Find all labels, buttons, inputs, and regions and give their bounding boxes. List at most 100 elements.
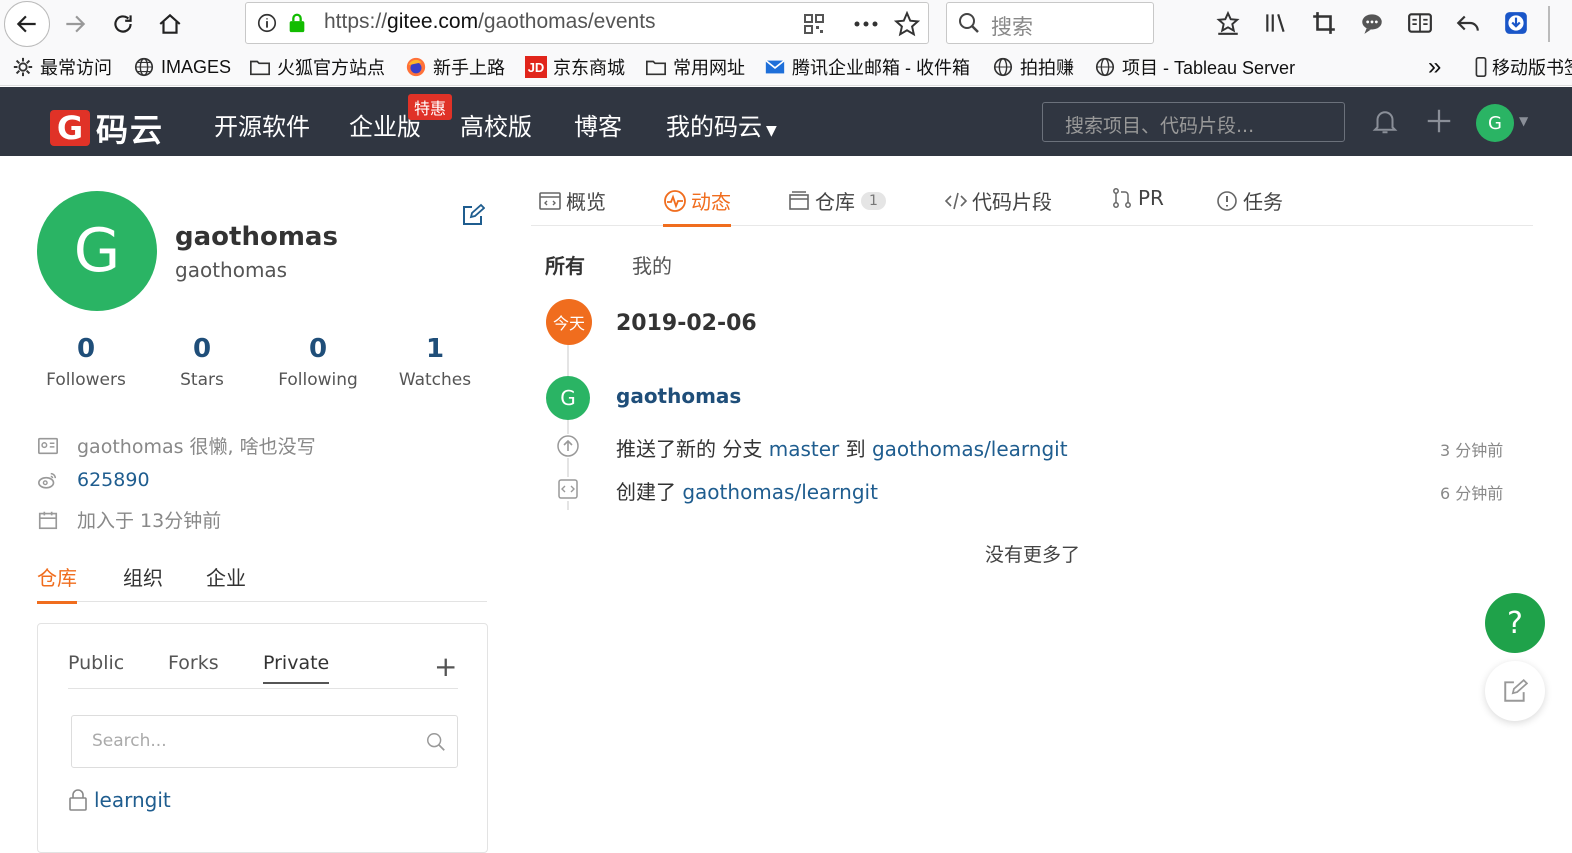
back-button[interactable] — [4, 1, 50, 47]
bookmark-most-visited[interactable]: 最常访问 — [12, 54, 112, 80]
chat-icon[interactable] — [1357, 8, 1387, 38]
event-prefix: 推送了新的 分支 — [616, 437, 769, 461]
filter-mine[interactable]: 我的 — [632, 250, 672, 279]
search-icon — [427, 733, 445, 751]
gitee-logo[interactable]: G 码云 — [50, 105, 164, 151]
site-search-input[interactable]: 搜索项目、代码片段... — [1042, 102, 1345, 142]
profile-joined: 加入于 13分钟前 — [37, 506, 221, 533]
qr-code-icon[interactable] — [802, 12, 826, 36]
bio-text: gaothomas 很懒, 啥也没写 — [77, 436, 316, 458]
nav-blog[interactable]: 博客 — [574, 107, 622, 142]
feedback-button[interactable] — [1485, 661, 1545, 721]
promo-badge: 特惠 — [408, 94, 453, 120]
download-manager-icon[interactable] — [1501, 8, 1531, 38]
profile-weibo: 625890 — [37, 469, 150, 491]
tab-pull-requests[interactable]: PR — [1110, 186, 1164, 219]
bookmark-paipaizhuan[interactable]: 拍拍赚 — [992, 54, 1074, 80]
info-icon[interactable] — [256, 12, 278, 34]
bookmark-label: 新手上路 — [433, 58, 505, 78]
add-repo-button[interactable]: + — [434, 650, 457, 683]
globe-icon — [992, 56, 1014, 78]
reader-view-icon[interactable] — [1405, 8, 1435, 38]
tab-snippets[interactable]: 代码片段 — [944, 186, 1052, 224]
stat-stars[interactable]: 0 Stars — [147, 334, 257, 390]
stat-followers[interactable]: 0 Followers — [31, 334, 141, 390]
stat-watches[interactable]: 1 Watches — [380, 334, 490, 390]
repo-search-input[interactable]: Search... — [71, 715, 458, 768]
tab-orgs[interactable]: 组织 — [123, 562, 163, 601]
repo-count-badge: 1 — [861, 191, 886, 210]
tab-repositories[interactable]: 仓库 1 — [787, 186, 886, 224]
browser-search-box[interactable]: 搜索 — [946, 2, 1154, 44]
tab-public[interactable]: Public — [68, 652, 124, 682]
tab-forks[interactable]: Forks — [168, 652, 219, 682]
feed-username[interactable]: gaothomas — [616, 384, 741, 408]
repo-link[interactable]: gaothomas/learngit — [682, 480, 878, 504]
repo-link[interactable]: gaothomas/learngit — [872, 437, 1068, 461]
filter-all[interactable]: 所有 — [545, 250, 585, 279]
bookmark-common-sites[interactable]: 常用网址 — [645, 54, 745, 80]
folder-icon — [645, 56, 667, 78]
bookmark-jd[interactable]: JD 京东商城 — [525, 54, 625, 80]
stat-label: Stars — [180, 370, 224, 390]
help-button[interactable]: ? — [1485, 593, 1545, 653]
bookmarks-overflow-button[interactable]: » — [1428, 53, 1441, 80]
tab-enterprises[interactable]: 企业 — [206, 562, 246, 601]
bookmark-mobile[interactable]: 移动版书签 — [1474, 54, 1572, 80]
profile-display-name: gaothomas — [175, 222, 338, 252]
bookmark-tableau[interactable]: 项目 - Tableau Server — [1094, 54, 1295, 80]
crop-screenshot-icon[interactable] — [1309, 8, 1339, 38]
library-icon[interactable] — [1261, 8, 1291, 38]
overview-icon — [538, 189, 562, 213]
bookmark-label: 拍拍赚 — [1020, 58, 1074, 78]
branch-link[interactable]: master — [769, 437, 840, 461]
tab-label: 代码片段 — [972, 190, 1052, 214]
undo-icon[interactable] — [1453, 8, 1483, 38]
event-time: 6 分钟前 — [1440, 484, 1504, 503]
reload-button[interactable] — [103, 4, 143, 44]
home-button[interactable] — [150, 4, 190, 44]
globe-icon — [133, 56, 155, 78]
profile-bio: gaothomas 很懒, 啥也没写 — [37, 432, 316, 459]
avatar-caret-down-icon[interactable]: ▼ — [1519, 114, 1528, 128]
repo-item[interactable]: learngit — [68, 788, 171, 812]
nav-open-source[interactable]: 开源软件 — [214, 107, 310, 142]
downloads-icon[interactable] — [1213, 8, 1243, 38]
tab-activity[interactable]: 动态 — [663, 186, 731, 227]
pull-request-icon — [1110, 186, 1134, 210]
stat-following[interactable]: 0 Following — [263, 334, 373, 390]
address-bar[interactable]: https://gitee.com/gaothomas/events — [245, 2, 929, 44]
bookmark-getting-started[interactable]: 新手上路 — [405, 54, 505, 80]
tab-private[interactable]: Private — [263, 652, 330, 684]
url-text[interactable]: https://gitee.com/gaothomas/events — [324, 10, 656, 34]
calendar-icon — [37, 509, 59, 531]
bookmark-star-icon[interactable] — [893, 10, 921, 37]
nav-my-gitee[interactable]: 我的码云 ▼ — [666, 107, 777, 142]
code-icon — [944, 189, 968, 213]
main-tabs: 概览 动态 仓库 1 代码片段 PR 任务 — [531, 180, 1533, 227]
create-repo-icon — [556, 477, 580, 501]
tab-repos[interactable]: 仓库 — [37, 562, 77, 604]
tab-overview[interactable]: 概览 — [538, 186, 606, 224]
forward-button[interactable] — [55, 4, 95, 44]
more-actions-icon[interactable] — [852, 12, 880, 36]
repo-icon — [787, 189, 811, 213]
push-icon — [556, 434, 580, 458]
stat-value: 0 — [192, 334, 212, 364]
header-avatar[interactable]: G — [1476, 104, 1514, 142]
notification-bell-icon[interactable] — [1370, 106, 1400, 136]
tab-label: PR — [1138, 186, 1164, 210]
feed-avatar[interactable]: G — [546, 376, 590, 420]
edit-profile-icon[interactable] — [461, 203, 486, 227]
stat-label: Following — [278, 370, 358, 390]
tab-issues[interactable]: 任务 — [1215, 186, 1283, 224]
bookmark-images[interactable]: IMAGES — [133, 54, 231, 80]
create-plus-icon[interactable] — [1424, 106, 1454, 136]
nav-education[interactable]: 高校版 — [460, 107, 532, 142]
caret-down-icon: ▼ — [766, 123, 777, 139]
bookmark-firefox-sites[interactable]: 火狐官方站点 — [249, 54, 385, 80]
weibo-link[interactable]: 625890 — [77, 469, 150, 491]
bookmark-tencent-mail[interactable]: 腾讯企业邮箱 - 收件箱 — [764, 54, 970, 80]
browser-search-placeholder: 搜索 — [991, 15, 1033, 39]
bookmark-label: 项目 - Tableau Server — [1122, 58, 1296, 78]
